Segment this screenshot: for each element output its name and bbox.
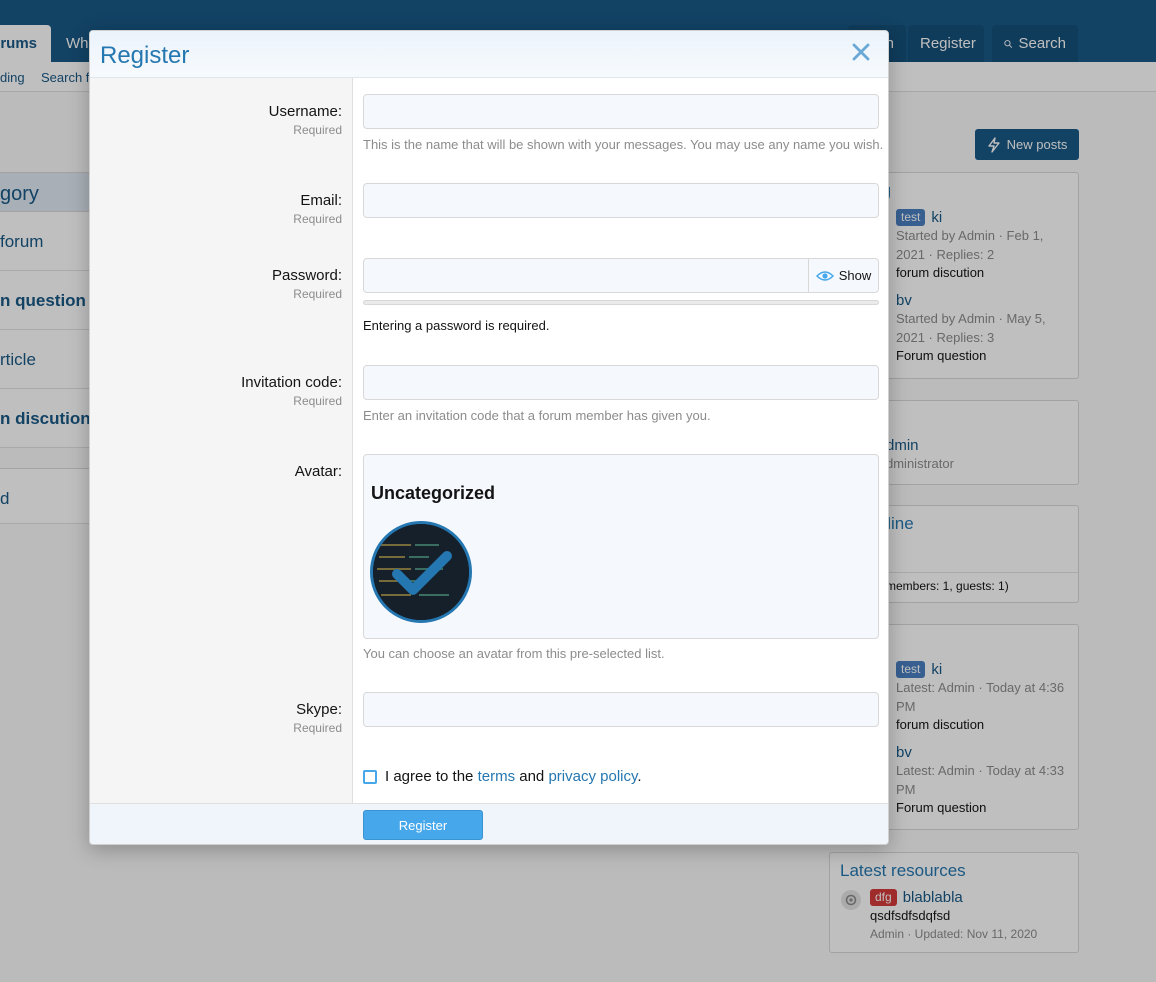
agree-prefix: I agree to the (385, 768, 474, 785)
agree-text: I agree to the terms and privacy policy. (385, 768, 642, 785)
register-modal: Register Username: Required This is the … (89, 30, 889, 845)
register-form: Username: Required This is the name that… (90, 78, 888, 803)
avatar-option[interactable] (370, 521, 472, 623)
avatar-picker: Uncategorized (363, 454, 879, 639)
avatar-label: Avatar: (294, 463, 342, 480)
agree-suffix: . (637, 768, 642, 785)
invitation-hint: Enter an invitation code that a forum me… (363, 408, 711, 423)
close-icon[interactable] (850, 41, 872, 63)
invitation-label: Invitation code: (241, 374, 342, 391)
skype-input[interactable] (363, 692, 879, 727)
password-strength-meter (363, 300, 879, 305)
agree-checkbox[interactable] (363, 769, 377, 784)
email-label-group: Email: Required (92, 192, 342, 226)
avatar-group-heading: Uncategorized (371, 483, 496, 503)
terms-link[interactable]: terms (478, 768, 516, 785)
agree-row: I agree to the terms and privacy policy. (363, 768, 642, 785)
password-label: Password: (271, 267, 342, 284)
username-input[interactable] (363, 94, 879, 129)
password-input[interactable] (363, 258, 809, 293)
modal-header: Register (90, 31, 888, 78)
eye-icon (815, 270, 834, 281)
invitation-label-group: Invitation code: Required (92, 374, 342, 408)
skype-label-group: Skype: Required (92, 701, 342, 735)
email-required: Required (293, 212, 342, 226)
email-label: Email: (300, 192, 342, 209)
modal-footer: Register (90, 803, 888, 844)
invitation-code-input[interactable] (363, 365, 879, 400)
privacy-policy-link[interactable]: privacy policy (548, 768, 637, 785)
skype-required: Required (293, 721, 342, 735)
invitation-required: Required (293, 394, 342, 408)
avatar-hint: You can choose an avatar from this pre-s… (363, 646, 665, 661)
show-password-label: Show (838, 268, 872, 283)
avatar-label-group: Avatar: (92, 463, 342, 480)
skype-label: Skype: (296, 701, 342, 718)
username-label: Username: (268, 103, 342, 120)
username-label-group: Username: Required (92, 103, 342, 137)
show-password-button[interactable]: Show (808, 258, 879, 293)
email-input[interactable] (363, 183, 879, 218)
checkmark-icon (373, 524, 469, 620)
password-field: Show (363, 258, 879, 293)
password-hint: Entering a password is required. (363, 318, 550, 333)
agree-and: and (519, 768, 545, 785)
username-hint: This is the name that will be shown with… (363, 137, 884, 152)
password-required: Required (293, 287, 342, 301)
label-column (90, 78, 353, 803)
modal-title: Register (100, 42, 190, 69)
password-label-group: Password: Required (92, 267, 342, 301)
username-required: Required (293, 123, 342, 137)
register-button[interactable]: Register (363, 810, 483, 840)
